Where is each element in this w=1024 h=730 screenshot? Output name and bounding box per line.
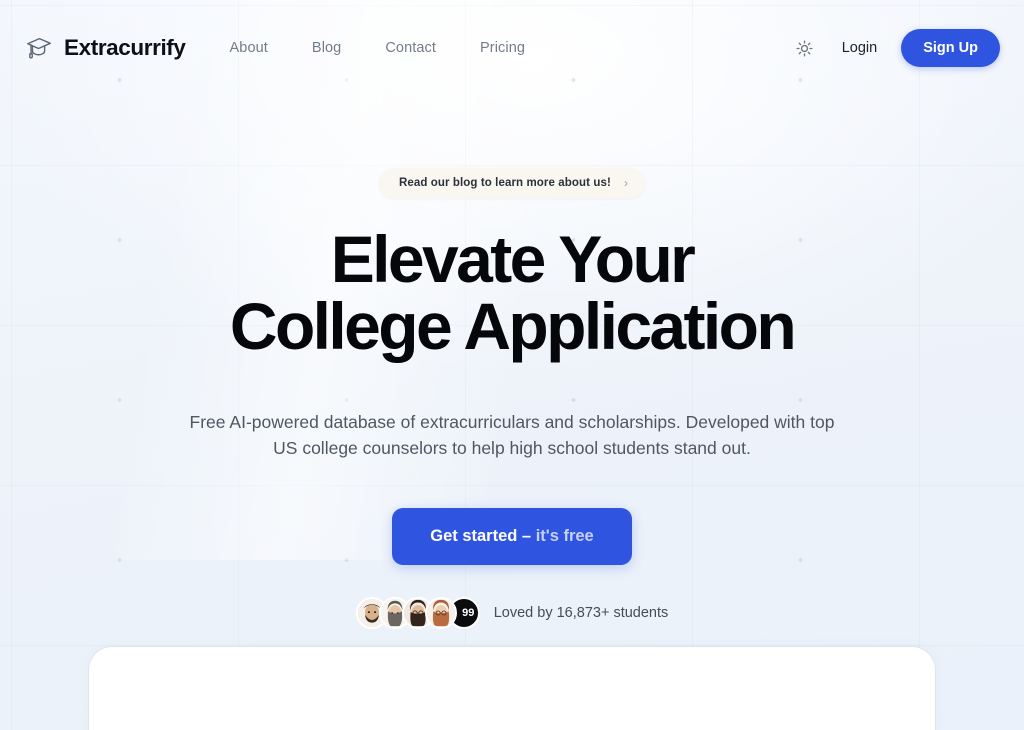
content-card xyxy=(88,646,936,730)
signup-button[interactable]: Sign Up xyxy=(901,29,1000,67)
hero-title-line-1: Elevate Your xyxy=(330,222,696,296)
avatar xyxy=(424,596,457,629)
get-started-button[interactable]: Get started – it's free xyxy=(392,507,632,565)
brand-name: Extracurrify xyxy=(64,35,186,60)
site-header: Extracurrify About Blog Contact Pricing … xyxy=(0,0,1024,96)
cta-strong-label: Get started – xyxy=(430,526,532,545)
page-title: Elevate Your College Application xyxy=(0,225,1024,364)
social-proof: 99 Loved by 16,873+ students xyxy=(0,596,1024,629)
hero-subtitle: Free AI-powered database of extracurricu… xyxy=(189,411,835,459)
login-link[interactable]: Login xyxy=(842,40,877,56)
graduation-cap-icon xyxy=(24,33,54,63)
blog-announcement-label: Read our blog to learn more about us! xyxy=(398,177,611,189)
nav-link-pricing[interactable]: Pricing xyxy=(480,40,525,56)
avatar-group: 99 xyxy=(355,596,480,629)
nav-link-about[interactable]: About xyxy=(230,40,268,56)
cta-light-label: it's free xyxy=(535,526,594,545)
sun-icon[interactable] xyxy=(792,35,818,61)
hero-title-line-2: College Application xyxy=(229,289,797,364)
blog-announcement-badge[interactable]: Read our blog to learn more about us! › xyxy=(378,168,646,198)
chevron-right-icon: › xyxy=(623,176,629,190)
header-actions: Login Sign Up xyxy=(792,29,1000,67)
social-proof-text: Loved by 16,873+ students xyxy=(493,604,669,621)
nav-link-blog[interactable]: Blog xyxy=(312,40,341,56)
hero-section: Read our blog to learn more about us! › … xyxy=(0,96,1024,629)
main-navigation: About Blog Contact Pricing xyxy=(230,40,526,56)
brand-logo[interactable]: Extracurrify xyxy=(24,33,186,63)
nav-link-contact[interactable]: Contact xyxy=(385,40,436,56)
